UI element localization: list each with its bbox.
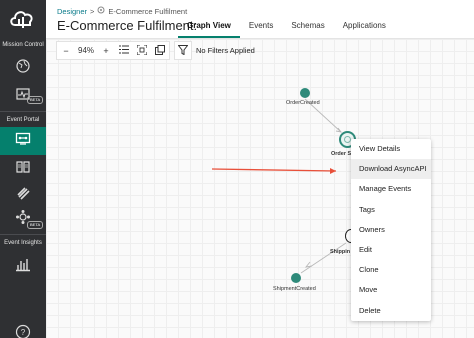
context-menu: View Details Download AsyncAPI Manage Ev… <box>351 139 431 321</box>
menu-item-manage-events[interactable]: Manage Events <box>351 179 431 199</box>
menu-item-owners[interactable]: Owners <box>351 220 431 240</box>
menu-item-delete[interactable]: Delete <box>351 301 431 321</box>
menu-item-move[interactable]: Move <box>351 280 431 300</box>
menu-item-tags[interactable]: Tags <box>351 200 431 220</box>
menu-item-edit[interactable]: Edit <box>351 240 431 260</box>
menu-item-download-asyncapi[interactable]: Download AsyncAPI <box>351 159 431 180</box>
menu-item-clone[interactable]: Clone <box>351 260 431 280</box>
app-window: Mission Control BETA Event Portal BETA E… <box>0 0 474 338</box>
menu-item-view-details[interactable]: View Details <box>351 139 431 159</box>
